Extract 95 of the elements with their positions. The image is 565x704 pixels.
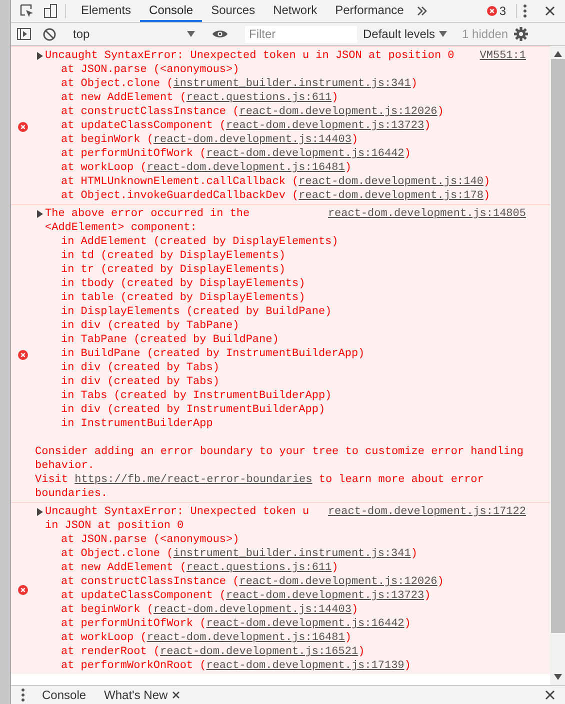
source-link[interactable]: react-dom.development.js:16481 [146,632,345,644]
stack-frame: in TabPane (created by BuildPane) [35,333,526,347]
source-link[interactable]: react-dom.development.js:16521 [160,646,358,658]
panel-tab[interactable]: Performance [326,0,413,22]
inspect-icon[interactable] [19,3,35,19]
source-link[interactable]: react-dom.development.js:178 [298,190,484,202]
scrollbar-thumb[interactable] [550,59,564,633]
expand-triangle-icon[interactable] [37,508,43,516]
source-link[interactable]: react.questions.js:611 [186,562,332,574]
source-link[interactable]: https://fb.me/react-error-boundaries [74,474,312,486]
stack-frame: in tr (created by DisplayElements) [35,263,526,277]
source-link[interactable]: react-dom.development.js:13723 [226,590,424,602]
stack-frame: at JSON.parse (<anonymous>) [35,63,526,77]
source-link[interactable]: VM551:1 [480,49,526,63]
stack-frame: in AddElement (created by DisplayElements) [35,235,526,249]
expand-triangle-icon[interactable] [37,210,43,218]
stack-frame: at workLoop (react-dom.development.js:16481) [35,161,526,175]
stack-frame: at beginWork (react-dom.development.js:14403) [35,603,526,617]
error-icon [18,122,28,132]
stack-frame: at performUnitOfWork (react-dom.development.js:16442) [35,147,526,161]
stack-frame: at beginWork (react-dom.development.js:14403) [35,133,526,147]
clear-icon[interactable] [43,28,56,40]
stack-frame: in DisplayElements (created by BuildPane) [35,305,526,319]
stack-frame: at constructClassInstance (react-dom.development.js:12026) [35,105,526,119]
source-link[interactable]: react-dom.development.js:14403 [153,134,352,146]
close-icon[interactable] [545,690,555,700]
stack-frame: in Tabs (created by InstrumentBuilderApp) [35,389,526,403]
drawer-tab[interactable]: What's New [95,688,189,702]
more-tabs-icon[interactable] [416,6,427,16]
source-link[interactable]: react-dom.development.js:17122 [328,505,526,519]
expand-triangle-icon[interactable] [37,52,43,60]
stack-frame: at Object.clone (instrument_builder.instrument.js:341) [35,547,526,561]
stack-frame: at performWorkOnRoot (react-dom.development.js:17139) [35,659,526,673]
stack-frame: in BuildPane (created by InstrumentBuilderApp) [35,347,526,361]
kebab-menu-icon[interactable] [21,688,25,702]
source-link[interactable]: react-dom.development.js:13723 [226,120,424,132]
sidebar-toggle-icon[interactable] [17,28,31,40]
context-select[interactable]: top [69,27,199,41]
source-link[interactable]: react-dom.development.js:16442 [206,618,404,630]
close-icon[interactable] [172,691,180,699]
source-link[interactable]: instrument_builder.instrument.js:341 [173,78,411,90]
source-link[interactable]: instrument_builder.instrument.js:341 [173,548,411,560]
scroll-down-icon[interactable] [554,674,562,680]
source-link[interactable]: react.questions.js:611 [186,92,332,104]
error-message: The above error occurred in the <AddElement> component: [45,207,251,235]
eye-icon[interactable] [212,29,228,39]
stack-frame: in div (created by Tabs) [35,361,526,375]
stack-frame: in tbody (created by DisplayElements) [35,277,526,291]
source-link[interactable]: react-dom.development.js:16442 [206,148,404,160]
source-link[interactable]: react-dom.development.js:12026 [239,576,438,588]
source-link[interactable]: react-dom.development.js:12026 [239,106,438,118]
stack-frame: at HTMLUnknownElement.callCallback (react-dom.development.js:140) [35,175,526,189]
message-text: Visit https://fb.me/react-error-boundaries to learn more about error boundaries. [35,473,485,501]
stack-frame: in table (created by DisplayElements) [35,291,526,305]
source-link[interactable]: react-dom.development.js:14805 [328,207,526,221]
hidden-count: 1 hidden [462,27,508,41]
scroll-up-icon[interactable] [554,51,562,57]
stack-frame: at constructClassInstance (react-dom.development.js:12026) [35,575,526,589]
stack-frame: at JSON.parse (<anonymous>) [35,533,526,547]
stack-frame: at Object.invokeGuardedCallbackDev (react-dom.development.js:178) [35,189,526,203]
close-icon[interactable] [545,6,555,16]
stack-frame: in div (created by TabPane) [35,319,526,333]
error-icon [18,350,28,360]
stack-frame: at updateClassComponent (react-dom.development.js:13723) [35,589,526,603]
kebab-menu-icon[interactable] [523,4,527,18]
source-link[interactable]: react-dom.development.js:17139 [206,660,404,672]
error-icon [487,6,498,16]
source-link[interactable]: react-dom.development.js:14403 [153,604,352,616]
settings-icon[interactable] [514,27,528,41]
stack-frame: at workLoop (react-dom.development.js:16481) [35,631,526,645]
stack-frame: in InstrumentBuilderApp [35,417,526,431]
stack-frame: at renderRoot (react-dom.development.js:16521) [35,645,526,659]
panel-tab[interactable]: Sources [202,0,264,22]
message-text: Consider adding an error boundary to your tree to customize error handling behavior. [35,445,524,473]
stack-frame: at new AddElement (react.questions.js:611) [35,91,526,105]
drawer-tab[interactable]: Console [33,688,96,702]
dropdown-caret-icon [187,31,195,37]
error-count[interactable]: 3 [499,4,506,18]
stack-frame: in div (created by InstrumentBuilderApp) [35,403,526,417]
device-icon[interactable] [43,3,59,19]
stack-frame: at new AddElement (react.questions.js:611) [35,561,526,575]
stack-frame: at updateClassComponent (react-dom.development.js:13723) [35,119,526,133]
stack-frame: in td (created by DisplayElements) [35,249,526,263]
panel-tab[interactable]: Network [264,0,326,22]
stack-frame: in div (created by Tabs) [35,375,526,389]
panel-tab[interactable]: Elements [72,0,140,22]
levels-dropdown[interactable]: Default levels [361,27,450,41]
dropdown-caret-icon [439,31,448,37]
error-icon [18,585,28,595]
error-message: Uncaught SyntaxError: Unexpected token u in JSON at position 0 [45,49,456,63]
stack-frame: at performUnitOfWork (react-dom.development.js:16442) [35,617,526,631]
source-link[interactable]: react-dom.development.js:16481 [146,162,345,174]
source-link[interactable]: react-dom.development.js:140 [298,176,484,188]
filter-field[interactable]: Filter [245,26,357,42]
stack-frame: at Object.clone (instrument_builder.instrument.js:341) [35,77,526,91]
